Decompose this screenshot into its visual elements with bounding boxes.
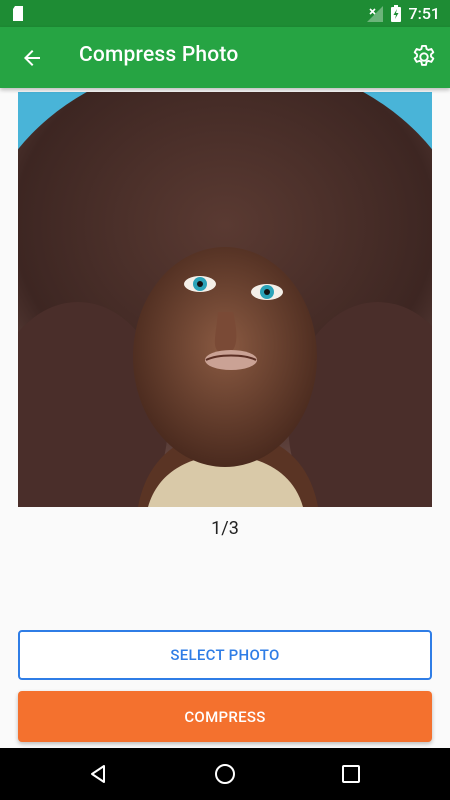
compress-button[interactable]: COMPRESS (18, 691, 432, 742)
status-time: 7:51 (408, 4, 441, 23)
app-bar: Compress Photo (0, 27, 450, 88)
navigation-bar (0, 748, 450, 800)
photo-counter: 1/3 (211, 518, 239, 539)
battery-charging-icon (390, 5, 401, 22)
settings-gear-icon[interactable] (410, 43, 438, 71)
portrait-image (18, 92, 432, 507)
photo-preview (18, 92, 432, 507)
select-photo-button[interactable]: SELECT PHOTO (18, 630, 432, 680)
status-bar: 7:51 (0, 0, 450, 27)
nav-home-icon[interactable] (213, 762, 237, 786)
page-title: Compress Photo (79, 43, 239, 67)
no-signal-icon (366, 5, 383, 22)
nav-recents-icon[interactable] (339, 762, 363, 786)
sim-card-icon (13, 6, 23, 21)
arrow-back-icon[interactable] (20, 46, 44, 70)
nav-back-icon[interactable] (86, 762, 110, 786)
